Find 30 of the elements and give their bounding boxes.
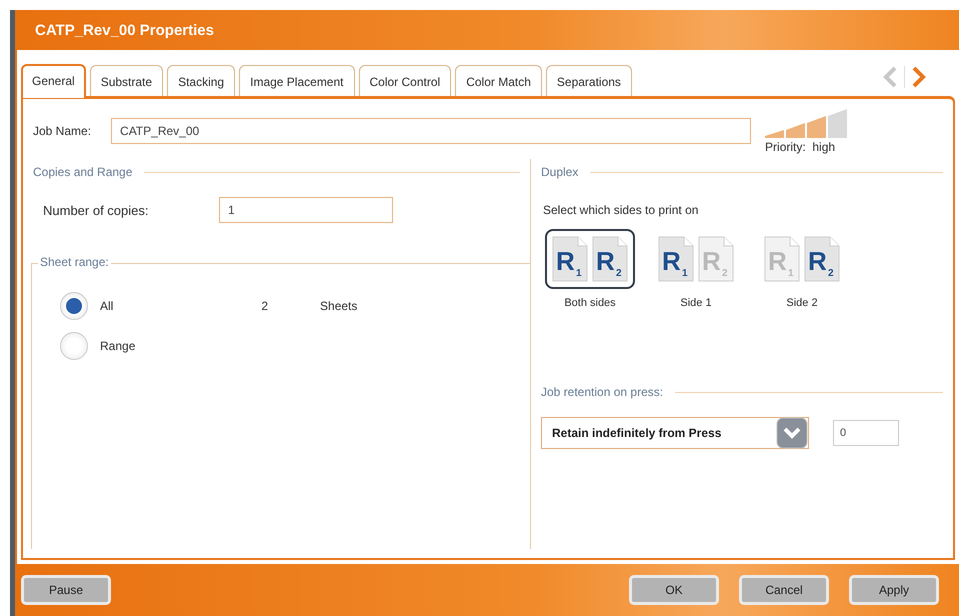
- next-tab-button[interactable]: [911, 66, 927, 88]
- tab[interactable]: General: [21, 64, 86, 98]
- radio-option[interactable]: Range: [60, 332, 136, 360]
- dialog-button[interactable]: Apply: [849, 575, 939, 605]
- sheet-unit: Sheets: [320, 299, 358, 313]
- section-heading: Job retention on press:: [541, 385, 664, 399]
- section-heading: Copies and Range: [33, 165, 132, 179]
- retention-dropdown[interactable]: Retain indefinitely from Press: [541, 417, 809, 449]
- tab[interactable]: Image Placement: [239, 65, 354, 96]
- field-label: Job Name:: [33, 124, 92, 138]
- priority-label: Priority: high: [765, 140, 836, 154]
- radio-option[interactable]: All: [60, 292, 114, 320]
- tab[interactable]: Stacking: [167, 65, 236, 96]
- retention-field[interactable]: 0: [833, 420, 899, 446]
- dialog-button[interactable]: OK: [629, 575, 719, 605]
- copies-field[interactable]: 1: [219, 197, 393, 223]
- sheet-count: 2: [261, 299, 268, 313]
- window-title: CATP_Rev_00 Properties: [35, 22, 214, 38]
- instruction-text: Select which sides to print on: [542, 202, 700, 217]
- tab[interactable]: Color Match: [455, 65, 542, 96]
- group-heading: Sheet range:: [38, 255, 111, 269]
- job-name-field[interactable]: CATP_Rev_00: [111, 118, 752, 144]
- dialog-button[interactable]: Cancel: [739, 575, 829, 605]
- tab[interactable]: Separations: [546, 65, 632, 96]
- chevron-down-icon: [776, 417, 808, 449]
- dialog-button[interactable]: Pause: [21, 575, 111, 605]
- tab[interactable]: Substrate: [90, 65, 164, 96]
- tab[interactable]: Color Control: [358, 65, 452, 96]
- field-label: Number of copies:: [43, 202, 150, 218]
- section-heading: Duplex: [541, 165, 578, 179]
